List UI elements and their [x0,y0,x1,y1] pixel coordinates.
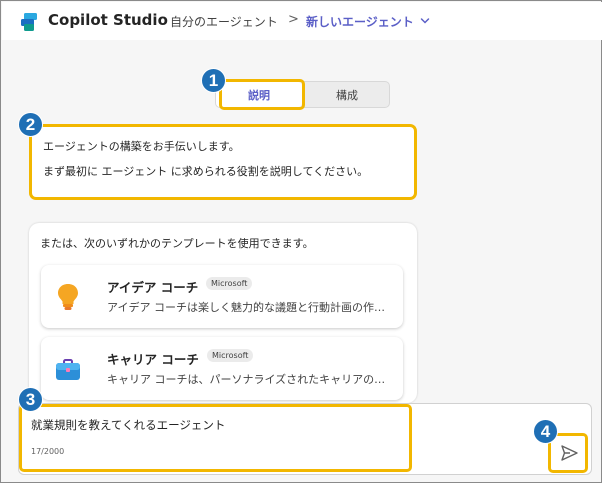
template-title: アイデア コーチ [107,280,199,295]
template-description: キャリア コーチは、パーソナライズされたキャリアのアドバイスを提供します [107,373,391,386]
breadcrumb-separator: > [288,12,299,27]
callout-badge-4: 4 [533,419,558,444]
template-suggestions: または、次のいずれかのテンプレートを使用できます。 アイデア コーチ Micro… [29,223,417,403]
app-window: Copilot Studio 自分のエージェント > 新しいエージェント 説明 … [0,0,602,483]
assistant-intro-message: エージェントの構築をお手伝いします。 まず最初に エージェント に求められる役割… [29,124,417,200]
callout-box-1 [219,79,305,110]
template-card-career-coach[interactable]: キャリア コーチ Microsoft キャリア コーチは、パーソナライズされたキ… [41,337,403,400]
template-description: アイデア コーチは楽しく魅力的な議題と行動計画の作成をサポートします [107,301,391,314]
template-card-idea-coach[interactable]: アイデア コーチ Microsoft アイデア コーチは楽しく魅力的な議題と行動… [41,265,403,328]
intro-line-2: まず最初に エージェント に求められる役割を説明してください。 [43,165,369,178]
intro-line-1: エージェントの構築をお手伝いします。 [43,140,240,153]
callout-badge-2: 2 [18,112,43,137]
microsoft-badge: Microsoft [207,349,254,362]
microsoft-badge: Microsoft [206,277,253,290]
breadcrumb-current-agent[interactable]: 新しいエージェント [306,13,414,30]
app-title: Copilot Studio [48,11,168,29]
top-bar: Copilot Studio 自分のエージェント > 新しいエージェント [2,2,602,40]
tab-configure[interactable]: 構成 [304,82,390,107]
briefcase-icon [56,359,80,380]
callout-badge-3: 3 [18,387,43,412]
template-title: キャリア コーチ [107,352,199,367]
lightbulb-icon [58,284,78,310]
templates-intro-text: または、次のいずれかのテンプレートを使用できます。 [40,237,314,250]
callout-badge-1: 1 [201,68,226,93]
copilot-studio-logo-icon [21,13,37,31]
callout-box-3 [19,404,412,472]
chevron-down-icon[interactable] [420,17,430,25]
breadcrumb-my-agents[interactable]: 自分のエージェント [170,13,278,30]
